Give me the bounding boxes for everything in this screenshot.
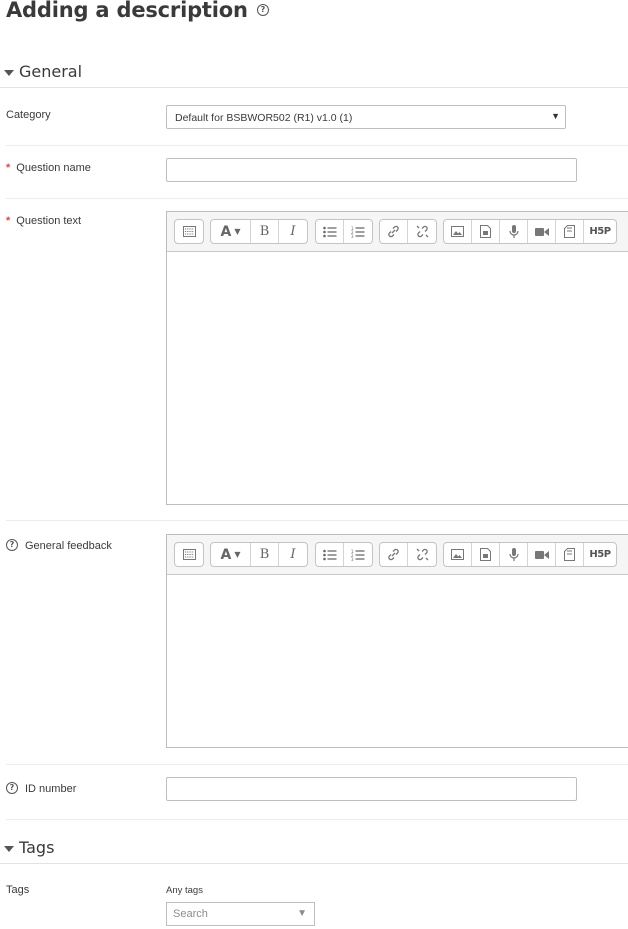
id-number-label-text: ID number: [25, 783, 77, 795]
divider: [6, 198, 628, 199]
media-file-icon[interactable]: [472, 220, 500, 243]
help-icon[interactable]: ?: [6, 782, 18, 795]
ordered-list-icon[interactable]: 123: [344, 543, 372, 566]
toolbar-group: 123: [315, 219, 373, 244]
toolbar-group: 123: [315, 542, 373, 567]
tags-label: Tags: [6, 884, 29, 896]
id-number-label: ? ID number: [6, 782, 77, 795]
question-name-input[interactable]: [166, 158, 577, 182]
toolbar-group: A ▼ B I: [210, 542, 308, 567]
divider: [6, 145, 628, 146]
general-feedback-content-area[interactable]: [167, 575, 628, 747]
collapse-triangle-icon: [4, 846, 14, 852]
link-icon[interactable]: [380, 543, 408, 566]
question-name-label-text: Question name: [16, 162, 91, 174]
media-file-icon[interactable]: [472, 543, 500, 566]
question-text-label: * Question text: [6, 215, 81, 227]
page-title-text: Adding a description: [6, 0, 248, 22]
toolbar-group: [174, 219, 204, 244]
toolbar-group: [379, 219, 437, 244]
toolbar-group: H5P: [443, 219, 617, 244]
question-text-content-area[interactable]: [167, 252, 628, 504]
section-tags-header[interactable]: Tags: [0, 834, 628, 864]
microphone-icon[interactable]: [500, 220, 528, 243]
toolbar-group: A ▼ B I: [210, 219, 308, 244]
help-icon[interactable]: ?: [256, 3, 269, 16]
link-icon[interactable]: [380, 220, 408, 243]
help-icon[interactable]: ?: [6, 539, 18, 552]
toolbar-group: [379, 542, 437, 567]
section-general-title: General: [19, 62, 83, 81]
show-more-icon[interactable]: [175, 543, 203, 566]
question-text-editor: A ▼ B I 123 H5P: [166, 211, 628, 505]
font-style-icon[interactable]: A ▼: [211, 543, 251, 566]
section-general-header[interactable]: General: [0, 58, 628, 88]
general-feedback-editor: A ▼ B I 123 H5P: [166, 534, 628, 748]
required-icon: *: [6, 215, 11, 227]
id-number-input[interactable]: [166, 777, 577, 801]
h5p-icon[interactable]: H5P: [584, 220, 616, 243]
video-camera-icon[interactable]: [528, 220, 556, 243]
svg-text:3: 3: [351, 557, 354, 561]
toolbar-group: [174, 542, 204, 567]
required-icon: *: [6, 162, 11, 174]
general-feedback-label: ? General feedback: [6, 539, 112, 552]
tags-label-text: Tags: [6, 884, 30, 896]
dropdown-arrow-icon: ▼: [551, 111, 560, 121]
svg-text:3: 3: [351, 234, 354, 238]
bold-icon[interactable]: B: [251, 220, 279, 243]
page-title: Adding a description ?: [6, 0, 269, 22]
section-tags-title: Tags: [19, 838, 55, 857]
category-label: Category: [6, 109, 51, 121]
manage-files-icon[interactable]: [556, 220, 584, 243]
divider: [6, 520, 628, 521]
unlink-icon[interactable]: [408, 543, 436, 566]
question-text-label-text: Question text: [16, 215, 82, 227]
category-select[interactable]: Default for BSBWOR502 (R1) v1.0 (1) ▼: [166, 105, 566, 129]
divider: [6, 764, 628, 765]
unordered-list-icon[interactable]: [316, 543, 344, 566]
any-tags-label: Any tags: [166, 885, 203, 896]
microphone-icon[interactable]: [500, 543, 528, 566]
collapse-triangle-icon: [4, 70, 14, 76]
editor-toolbar: A ▼ B I 123 H5P: [167, 535, 628, 575]
unordered-list-icon[interactable]: [316, 220, 344, 243]
image-icon[interactable]: [444, 543, 472, 566]
tags-search-input[interactable]: Search ▼: [166, 902, 315, 926]
manage-files-icon[interactable]: [556, 543, 584, 566]
video-camera-icon[interactable]: [528, 543, 556, 566]
image-icon[interactable]: [444, 220, 472, 243]
general-feedback-label-text: General feedback: [25, 540, 112, 552]
h5p-icon[interactable]: H5P: [584, 543, 616, 566]
italic-icon[interactable]: I: [279, 543, 307, 566]
tags-search-placeholder: Search: [173, 908, 208, 920]
category-select-value: Default for BSBWOR502 (R1) v1.0 (1): [175, 112, 353, 124]
editor-toolbar: A ▼ B I 123 H5P: [167, 212, 628, 252]
ordered-list-icon[interactable]: 123: [344, 220, 372, 243]
show-more-icon[interactable]: [175, 220, 203, 243]
italic-icon[interactable]: I: [279, 220, 307, 243]
dropdown-arrow-icon[interactable]: ▼: [297, 908, 307, 919]
bold-icon[interactable]: B: [251, 543, 279, 566]
question-name-label: * Question name: [6, 162, 91, 174]
font-style-icon[interactable]: A ▼: [211, 220, 251, 243]
unlink-icon[interactable]: [408, 220, 436, 243]
toolbar-group: H5P: [443, 542, 617, 567]
category-label-text: Category: [6, 109, 51, 121]
divider: [6, 819, 628, 820]
